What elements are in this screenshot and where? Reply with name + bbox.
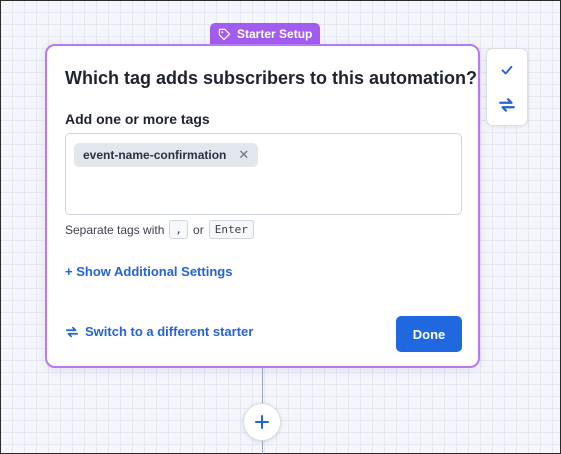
swap-icon bbox=[499, 98, 515, 112]
tag-chip-label: event-name-confirmation bbox=[83, 148, 227, 162]
tag-icon bbox=[218, 28, 231, 40]
hint-key-enter: Enter bbox=[208, 220, 254, 239]
checkmark-icon bbox=[501, 65, 513, 75]
tag-chip: event-name-confirmation ✕ bbox=[74, 143, 259, 167]
hint-prefix: Separate tags with bbox=[65, 222, 165, 237]
swap-icon bbox=[65, 326, 79, 337]
confirm-button[interactable] bbox=[487, 54, 527, 86]
add-step-button[interactable] bbox=[243, 403, 281, 441]
tags-input[interactable]: event-name-confirmation ✕ bbox=[65, 133, 462, 215]
card-actions-panel bbox=[486, 48, 528, 126]
switch-starter-button[interactable] bbox=[487, 89, 527, 121]
hint-key-comma: , bbox=[169, 220, 189, 239]
show-additional-settings-link[interactable]: + Show Additional Settings bbox=[65, 264, 232, 279]
hint-or: or bbox=[193, 222, 204, 237]
remove-tag-icon[interactable]: ✕ bbox=[238, 147, 249, 163]
card-title: Which tag adds subscribers to this autom… bbox=[65, 68, 478, 88]
starter-setup-card: Which tag adds subscribers to this autom… bbox=[45, 44, 480, 368]
starter-setup-label: Starter Setup bbox=[237, 27, 313, 41]
switch-starter-link[interactable]: Switch to a different starter bbox=[65, 324, 253, 339]
tags-hint: Separate tags with , or Enter bbox=[65, 220, 254, 239]
done-button[interactable]: Done bbox=[396, 316, 462, 352]
switch-starter-label: Switch to a different starter bbox=[85, 324, 254, 339]
plus-icon bbox=[255, 415, 269, 429]
tags-field-label: Add one or more tags bbox=[65, 111, 210, 127]
starter-setup-badge: Starter Setup bbox=[210, 23, 321, 45]
